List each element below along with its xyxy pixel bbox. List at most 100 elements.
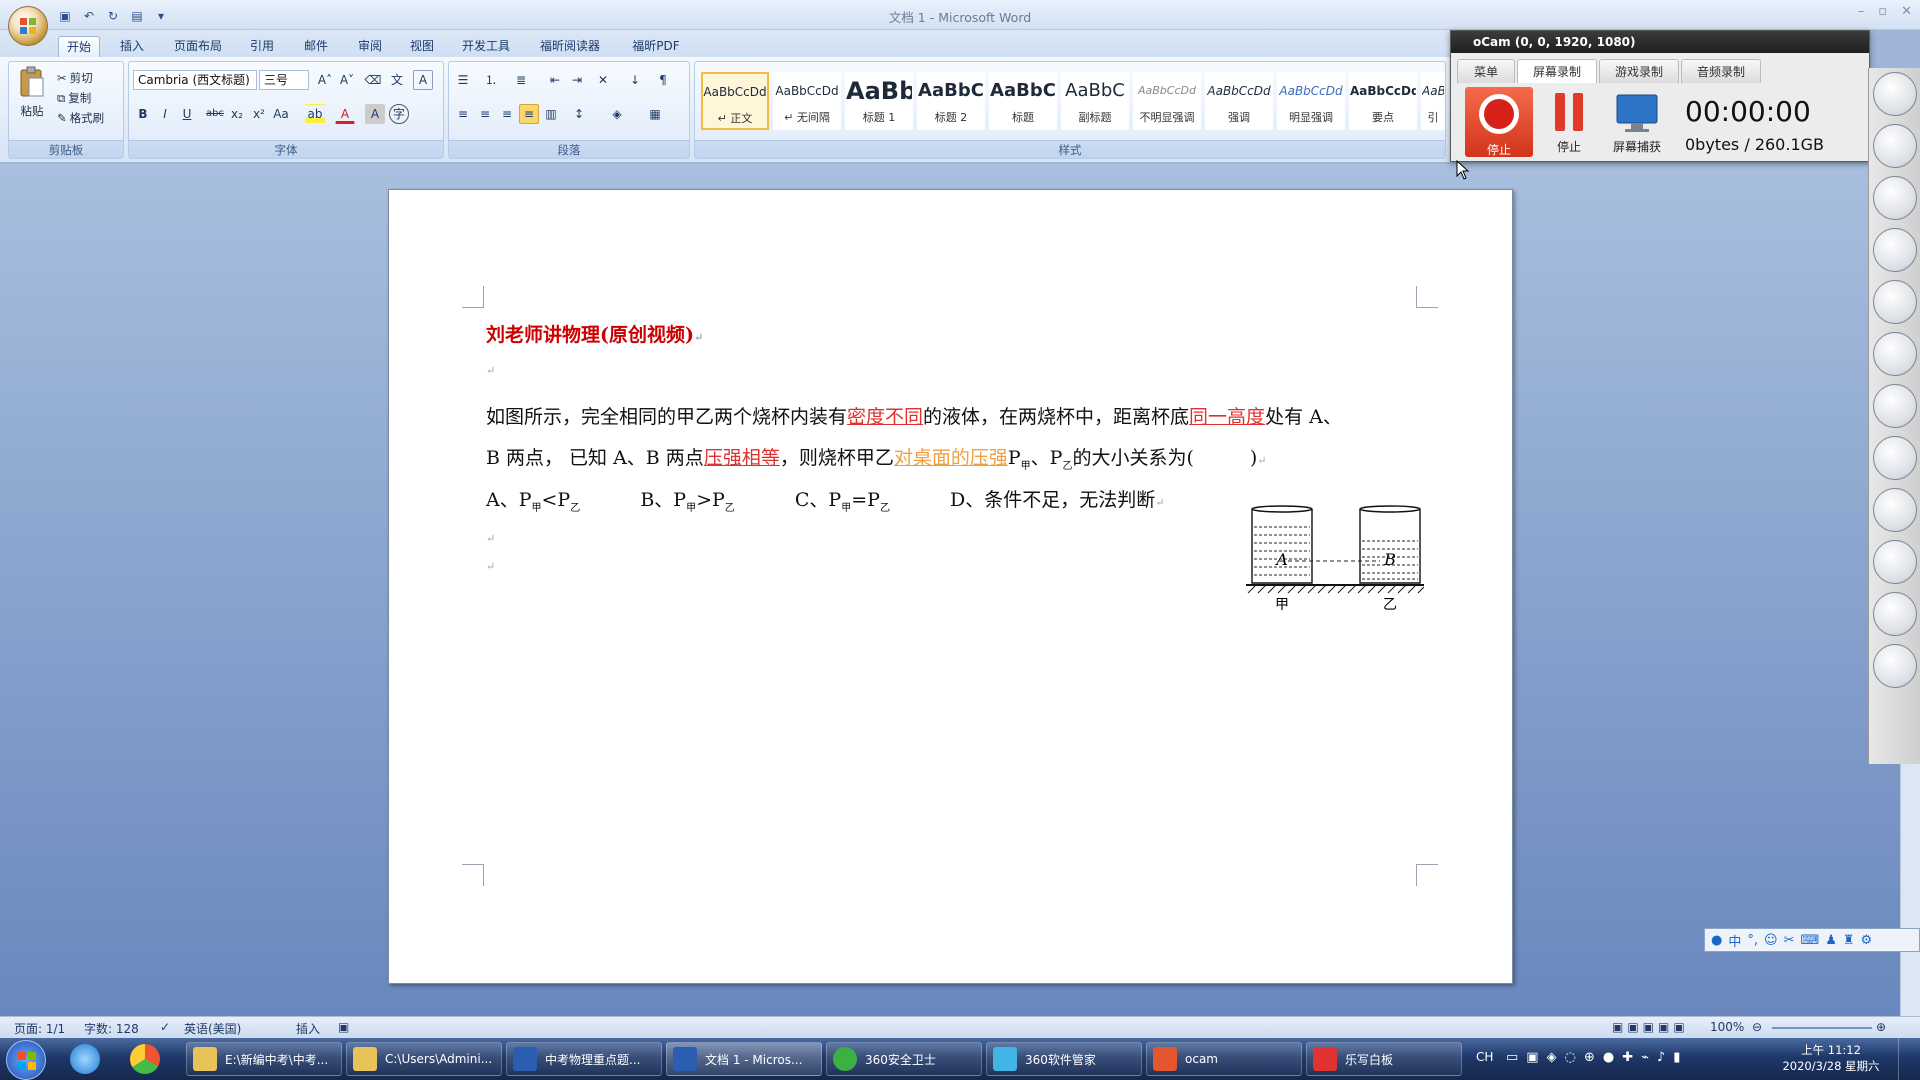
save-icon[interactable]: ▣	[56, 8, 74, 24]
insert-mode[interactable]: 插入	[296, 1020, 320, 1037]
char-border-icon[interactable]: A	[413, 70, 433, 90]
ocam-tab-game-record[interactable]: 游戏录制	[1599, 59, 1679, 83]
word-count[interactable]: 字数: 128	[84, 1020, 139, 1037]
tab-review[interactable]: 审阅	[350, 36, 390, 58]
line-spacing-icon[interactable]: ↕	[569, 104, 589, 124]
save-icon[interactable]	[1873, 592, 1917, 636]
align-center-icon[interactable]: ≡	[475, 104, 495, 124]
copy-button[interactable]: ⧉ 复制	[57, 88, 91, 108]
cut-button[interactable]: ✂ 剪切	[57, 68, 93, 88]
chinese-layout-icon[interactable]: ✕	[593, 70, 613, 90]
eraser-icon[interactable]	[1873, 280, 1917, 324]
page-count[interactable]: 页面: 1/1	[14, 1020, 65, 1037]
tray-language[interactable]: CH	[1476, 1050, 1493, 1064]
ime-settings-icon[interactable]: ⚙	[1861, 933, 1873, 948]
style-subtitle[interactable]: AaBbC 副标题	[1061, 72, 1129, 130]
style-title[interactable]: AaBbC 标题	[989, 72, 1057, 130]
ime-user-icon[interactable]: ♟	[1825, 933, 1837, 948]
underline-icon[interactable]: U	[177, 104, 197, 124]
style-heading-2[interactable]: AaBbC 标题 2	[917, 72, 985, 130]
style-normal[interactable]: AaBbCcDd ↵ 正文	[701, 72, 769, 130]
change-case-icon[interactable]: Aa	[271, 104, 291, 124]
tab-foxit-reader[interactable]: 福昕阅读器	[532, 36, 608, 58]
zoom-level[interactable]: 100%	[1710, 1020, 1744, 1034]
start-button[interactable]	[6, 1040, 46, 1080]
spotlight-icon[interactable]	[1873, 384, 1917, 428]
justify-icon[interactable]: ≡	[519, 104, 539, 124]
tray-360-icon[interactable]: ⊕	[1584, 1050, 1595, 1065]
show-desktop-button[interactable]	[1898, 1038, 1920, 1080]
taskbar-item-whiteboard[interactable]: 乐写白板	[1306, 1042, 1462, 1076]
tab-mailings[interactable]: 邮件	[296, 36, 336, 58]
tray-usb-icon[interactable]: ⌁	[1641, 1050, 1649, 1065]
chrome-icon[interactable]	[130, 1044, 160, 1074]
minimize-icon[interactable]: –	[1858, 4, 1865, 19]
red-pen-icon[interactable]	[1873, 124, 1917, 168]
tab-insert[interactable]: 插入	[112, 36, 152, 58]
ocam-stop-button[interactable]: 停止	[1465, 87, 1533, 157]
paste-button[interactable]: 粘贴	[15, 66, 49, 128]
tray-pdf-icon[interactable]: ▣	[1526, 1050, 1538, 1065]
grow-font-icon[interactable]: A˄	[315, 70, 335, 90]
style-strong[interactable]: AaBbCcDd 要点	[1349, 72, 1417, 130]
taskbar-item-ocam[interactable]: ocam	[1146, 1042, 1302, 1076]
sort-icon[interactable]: ↓	[625, 70, 645, 90]
enclose-char-icon[interactable]: 字	[389, 104, 409, 124]
decrease-indent-icon[interactable]: ⇤	[545, 70, 565, 90]
ime-tools-icon[interactable]: ✂	[1784, 933, 1795, 948]
style-heading-1[interactable]: AaBb 标题 1	[845, 72, 913, 130]
highlighter-icon[interactable]	[1873, 228, 1917, 272]
shrink-font-icon[interactable]: A˅	[337, 70, 357, 90]
highlight-icon[interactable]: ab	[305, 104, 325, 124]
document-page[interactable]: 刘老师讲物理(原创视频)↵ ↵ 如图所示，完全相同的甲乙两个烧杯内装有密度不同的…	[388, 189, 1513, 984]
bold-icon[interactable]: B	[133, 104, 153, 124]
tray-keyboard-icon[interactable]: ▭	[1506, 1050, 1518, 1065]
style-intense-emphasis[interactable]: AaBbCcDd 明显强调	[1277, 72, 1345, 130]
taskbar-item-folder-2[interactable]: C:\Users\Admini...	[346, 1042, 502, 1076]
font-name-combo[interactable]: Cambria (西文标题)	[133, 70, 257, 90]
zoom-out-icon[interactable]: ⊖	[1752, 1020, 1762, 1034]
style-subtle-emphasis[interactable]: AaBbCcDd 不明显强调	[1133, 72, 1201, 130]
ie-icon[interactable]	[70, 1044, 100, 1074]
qat-more-icon[interactable]: ▾	[152, 8, 170, 24]
tab-references[interactable]: 引用	[242, 36, 282, 58]
format-painter-button[interactable]: ✎ 格式刷	[57, 108, 104, 128]
screen-draw-icon[interactable]	[1873, 72, 1917, 116]
italic-icon[interactable]: I	[155, 104, 175, 124]
align-left-icon[interactable]: ≡	[453, 104, 473, 124]
print-icon[interactable]: ▤	[128, 8, 146, 24]
font-color-icon[interactable]: A	[335, 104, 355, 124]
taskbar-item-folder-1[interactable]: E:\新编中考\中考...	[186, 1042, 342, 1076]
distribute-icon[interactable]: ▥	[541, 104, 561, 124]
tray-ocam-icon[interactable]: ●	[1603, 1050, 1614, 1065]
style-quote[interactable]: AaB 引	[1421, 72, 1445, 130]
zoom-slider[interactable]	[1772, 1027, 1872, 1029]
tab-page-layout[interactable]: 页面布局	[166, 36, 230, 58]
shading-icon[interactable]: ◈	[607, 104, 627, 124]
ocam-tab-screen-record[interactable]: 屏幕录制	[1517, 59, 1597, 83]
close-icon[interactable]: ✕	[1901, 4, 1912, 19]
tools-icon[interactable]	[1873, 644, 1917, 688]
superscript-icon[interactable]: x²	[249, 104, 269, 124]
tray-volume-icon[interactable]: ♪	[1657, 1050, 1665, 1065]
zoom-in-icon[interactable]: ⊕	[1876, 1020, 1886, 1034]
bullets-icon[interactable]: ☰	[453, 70, 473, 90]
curtain-icon[interactable]	[1873, 488, 1917, 532]
timer-icon[interactable]	[1873, 540, 1917, 584]
language-status[interactable]: 英语(美国)	[184, 1020, 241, 1037]
macro-record-icon[interactable]: ▣	[338, 1020, 349, 1034]
ime-emoji-icon[interactable]: ☺	[1764, 933, 1778, 948]
align-right-icon[interactable]: ≡	[497, 104, 517, 124]
tray-network-icon[interactable]: ◌	[1565, 1050, 1576, 1065]
clear-format-icon[interactable]: ⌫	[363, 70, 383, 90]
ime-keyboard-icon[interactable]: ⌨	[1800, 933, 1819, 948]
ime-toolbar[interactable]: ● 中 °, ☺ ✂ ⌨ ♟ ♜ ⚙	[1704, 928, 1920, 952]
tray-safe-icon[interactable]: ✚	[1622, 1050, 1633, 1065]
proofing-icon[interactable]: ✓	[160, 1020, 170, 1034]
phonetic-guide-icon[interactable]: 文	[387, 70, 407, 90]
whiteboard-icon[interactable]	[1873, 436, 1917, 480]
taskbar-item-360-safe[interactable]: 360安全卫士	[826, 1042, 982, 1076]
magnifier-icon[interactable]	[1873, 332, 1917, 376]
tab-developer[interactable]: 开发工具	[456, 36, 516, 58]
char-shading-icon[interactable]: A	[365, 104, 385, 124]
